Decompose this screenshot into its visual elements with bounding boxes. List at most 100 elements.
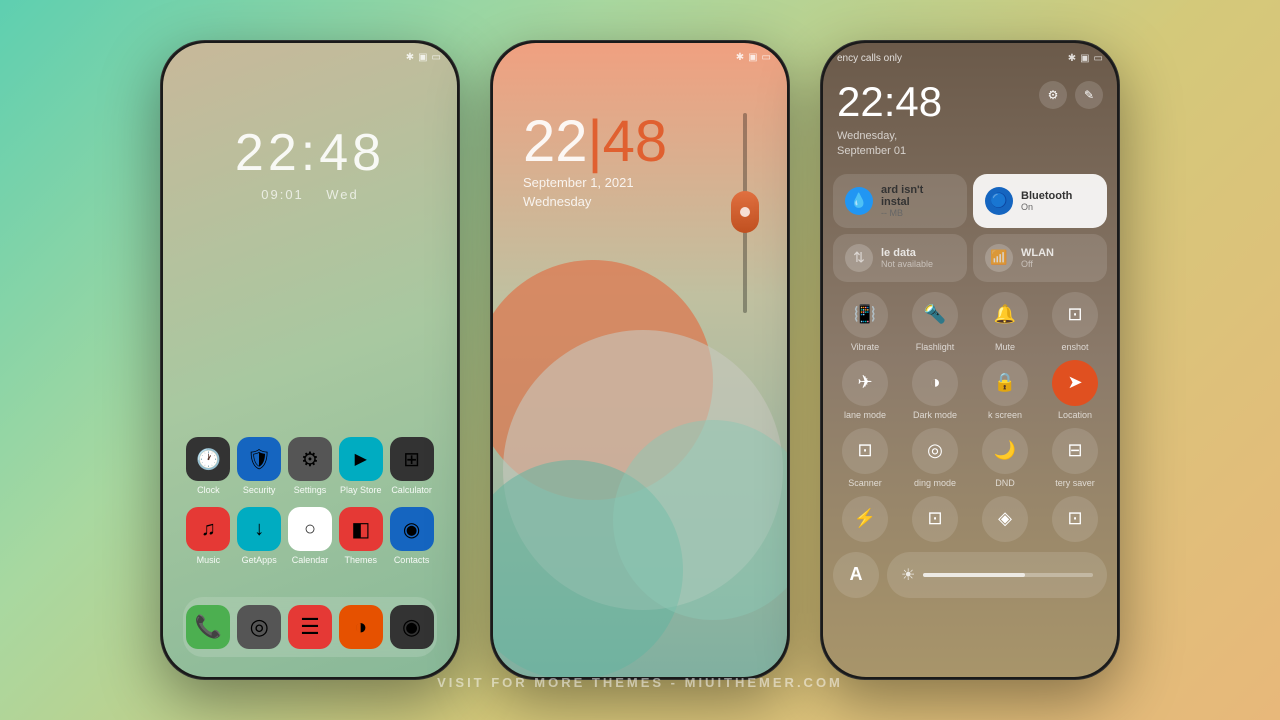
phone3-bottom-bar: A ☀ bbox=[823, 546, 1117, 604]
quick-toggles: 💧 ard isn't instal -- MB 🔵 Bluetooth bbox=[823, 168, 1117, 288]
app-themes[interactable]: ◧ Themes bbox=[336, 507, 386, 565]
app-row-2: ♫ Music ↓ GetApps ○ Calendar ◧ Themes bbox=[183, 507, 437, 565]
bt-icon: ✱ bbox=[736, 52, 744, 63]
phone3-main-time: 22:48 bbox=[837, 81, 942, 123]
sig-status-icon: ▣ bbox=[1080, 53, 1089, 64]
phone1-sub-time: 09:01 Wed bbox=[163, 187, 457, 202]
dock-theme[interactable]: ◑ bbox=[339, 605, 383, 649]
extra3-icon: ◈ bbox=[982, 496, 1028, 542]
phone1-app-grid: 🕐 Clock 🛡 Security ⚙ Settings ▶ Play Sto… bbox=[183, 437, 437, 577]
ctrl-extra2[interactable]: ⊡ bbox=[903, 496, 967, 542]
ctrl-scanner[interactable]: ⊡ Scanner bbox=[833, 428, 897, 488]
brightness-fill bbox=[923, 573, 1025, 577]
phone3-top-icons: ⚙ ✎ bbox=[1039, 81, 1103, 109]
app-calendar[interactable]: ○ Calendar bbox=[285, 507, 335, 565]
toggle-bluetooth-card[interactable]: 🔵 Bluetooth On bbox=[973, 174, 1107, 228]
mute-icon: 🔔 bbox=[982, 292, 1028, 338]
phone2-day: Wednesday bbox=[523, 194, 667, 209]
lock-icon: 🔒 bbox=[982, 360, 1028, 406]
data-text: ard isn't instal -- MB bbox=[881, 184, 955, 218]
app-security[interactable]: 🛡 Security bbox=[234, 437, 284, 495]
ctrl-location[interactable]: ➤ Location bbox=[1043, 360, 1107, 420]
toggle-mobiledata-card[interactable]: ⇅ le data Not available bbox=[833, 234, 967, 282]
phone1-main-time: 22:48 bbox=[163, 123, 457, 183]
bat-status-icon: ▭ bbox=[1094, 53, 1103, 64]
phone2-time-display: 22|48 September 1, 2021 Wednesday bbox=[523, 113, 667, 209]
app-getapps[interactable]: ↓ GetApps bbox=[234, 507, 284, 565]
dock-cam[interactable]: ◉ bbox=[390, 605, 434, 649]
airplane-icon: ✈ bbox=[842, 360, 888, 406]
ctrl-darkmode[interactable]: ◑ Dark mode bbox=[903, 360, 967, 420]
bluetooth-text: Bluetooth On bbox=[1021, 190, 1072, 212]
ctrl-lockscreen[interactable]: 🔒 k screen bbox=[973, 360, 1037, 420]
phone2-date: September 1, 2021 bbox=[523, 175, 667, 190]
toggle-data-card[interactable]: 💧 ard isn't instal -- MB bbox=[833, 174, 967, 228]
app-settings[interactable]: ⚙ Settings bbox=[285, 437, 335, 495]
app-playstore[interactable]: ▶ Play Store bbox=[336, 437, 386, 495]
ctrl-dnd[interactable]: 🌙 DND bbox=[973, 428, 1037, 488]
bluetooth-icon: ✱ bbox=[406, 52, 414, 63]
brightness-track bbox=[923, 573, 1093, 577]
batterysaver-icon: ⊟ bbox=[1052, 428, 1098, 474]
brightness-control[interactable]: ☀ bbox=[887, 552, 1107, 598]
phone3-edit-icon[interactable]: ✎ bbox=[1075, 81, 1103, 109]
ctrl-extra3[interactable]: ◈ bbox=[973, 496, 1037, 542]
phone1-dock: 📞 ◎ ☰ ◑ ◉ bbox=[183, 597, 437, 657]
screenshot-icon: ⊡ bbox=[1052, 292, 1098, 338]
ctrl-extra4[interactable]: ⊡ bbox=[1043, 496, 1107, 542]
wifi-toggle-icon: 📶 bbox=[985, 244, 1013, 272]
sig-icon: ▣ bbox=[748, 52, 757, 63]
phone-3: ency calls only ✱ ▣ ▭ 22:48 Wednesday, S… bbox=[820, 40, 1120, 680]
text-size-button[interactable]: A bbox=[833, 552, 879, 598]
app-clock[interactable]: 🕐 Clock bbox=[183, 437, 233, 495]
ctrl-flashlight[interactable]: 🔦 Flashlight bbox=[903, 292, 967, 352]
brightness-slider[interactable] bbox=[743, 113, 747, 313]
bat-icon: ▭ bbox=[762, 52, 771, 63]
dock-list[interactable]: ☰ bbox=[288, 605, 332, 649]
location-icon: ➤ bbox=[1052, 360, 1098, 406]
flashlight-icon: 🔦 bbox=[912, 292, 958, 338]
mobiledata-icon: ⇅ bbox=[845, 244, 873, 272]
ctrl-airplane[interactable]: ✈ lane mode bbox=[833, 360, 897, 420]
toggle-wlan-card[interactable]: 📶 WLAN Off bbox=[973, 234, 1107, 282]
reading-icon: ◎ bbox=[912, 428, 958, 474]
data-icon: 💧 bbox=[845, 187, 873, 215]
phone-1: ✱ ▣ ▭ 22:48 09:01 Wed 🕐 Clock bbox=[160, 40, 460, 680]
darkmode-icon: ◑ bbox=[912, 360, 958, 406]
scanner-icon: ⊡ bbox=[842, 428, 888, 474]
brightness-sun-icon: ☀ bbox=[901, 565, 915, 585]
bluetooth-toggle-icon: 🔵 bbox=[985, 187, 1013, 215]
extra2-icon: ⊡ bbox=[912, 496, 958, 542]
extra4-icon: ⊡ bbox=[1052, 496, 1098, 542]
ctrl-row-2: ✈ lane mode ◑ Dark mode 🔒 k screen ➤ Loc… bbox=[823, 356, 1117, 424]
phone1-status-bar: ✱ ▣ ▭ bbox=[163, 43, 457, 71]
watermark: VISIT FOR MORE THEMES - MIUITHEMER.COM bbox=[437, 675, 843, 690]
vibrate-icon: 📳 bbox=[842, 292, 888, 338]
phone3-status-text: ency calls only bbox=[837, 53, 902, 64]
dock-phone[interactable]: 📞 bbox=[186, 605, 230, 649]
phone3-settings-icon[interactable]: ⚙ bbox=[1039, 81, 1067, 109]
phone3-date-info: Wednesday, September 01 bbox=[837, 129, 942, 160]
ctrl-row-1: 📳 Vibrate 🔦 Flashlight 🔔 Mute ⊡ enshot bbox=[823, 288, 1117, 356]
wlan-text: WLAN Off bbox=[1021, 247, 1054, 269]
signal-icon: ▣ bbox=[418, 52, 427, 63]
ctrl-vibrate[interactable]: 📳 Vibrate bbox=[833, 292, 897, 352]
ctrl-reading[interactable]: ◎ ding mode bbox=[903, 428, 967, 488]
brightness-thumb[interactable] bbox=[731, 191, 759, 233]
ctrl-mute[interactable]: 🔔 Mute bbox=[973, 292, 1037, 352]
phone-2: ✱ ▣ ▭ 22|48 September 1, 2021 Wednesday bbox=[490, 40, 790, 680]
extra1-icon: ⚡ bbox=[842, 496, 888, 542]
ctrl-extra1[interactable]: ⚡ bbox=[833, 496, 897, 542]
app-calculator[interactable]: ⊞ Calculator bbox=[387, 437, 437, 495]
ctrl-batterysaver[interactable]: ⊟ tery saver bbox=[1043, 428, 1107, 488]
phone2-status-bar: ✱ ▣ ▭ bbox=[493, 43, 787, 71]
app-music[interactable]: ♫ Music bbox=[183, 507, 233, 565]
ctrl-row-3: ⊡ Scanner ◎ ding mode 🌙 DND ⊟ tery saver bbox=[823, 424, 1117, 492]
app-contacts[interactable]: ◉ Contacts bbox=[387, 507, 437, 565]
dock-camera2[interactable]: ◎ bbox=[237, 605, 281, 649]
dnd-icon: 🌙 bbox=[982, 428, 1028, 474]
phone3-status-bar: ency calls only ✱ ▣ ▭ bbox=[823, 43, 1117, 73]
mobiledata-text: le data Not available bbox=[881, 247, 933, 269]
ctrl-screenshot[interactable]: ⊡ enshot bbox=[1043, 292, 1107, 352]
app-row-1: 🕐 Clock 🛡 Security ⚙ Settings ▶ Play Sto… bbox=[183, 437, 437, 495]
